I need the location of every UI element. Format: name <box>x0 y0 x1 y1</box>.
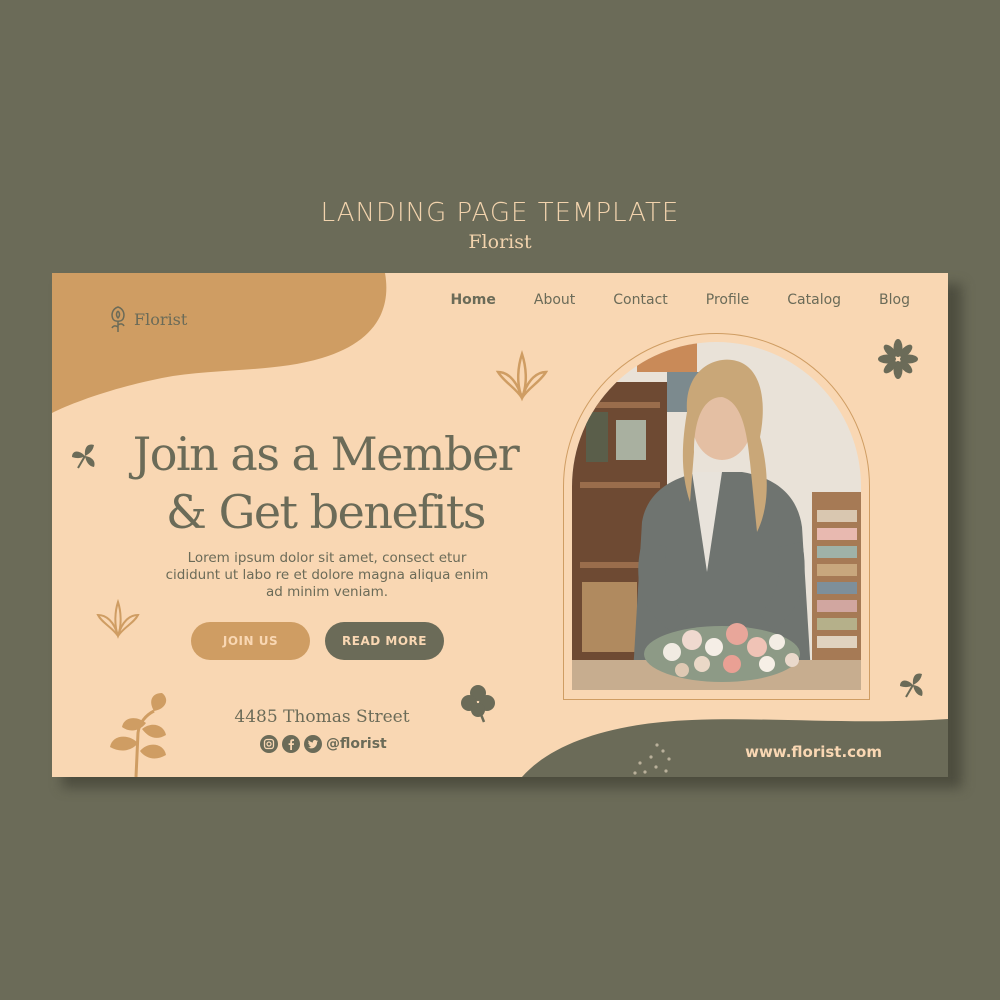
hero-headline: Join as a Member & Get benefits <box>98 425 553 541</box>
landing-page-card: Florist Home About Contact Profile Catal… <box>52 273 948 777</box>
rose-icon <box>111 306 125 332</box>
main-nav: Home About Contact Profile Catalog Blog <box>412 292 910 308</box>
logo-text: Florist <box>134 309 188 329</box>
template-subtitle: Florist <box>468 231 532 253</box>
social-links: @florist <box>260 735 387 753</box>
flower-icon <box>878 339 918 379</box>
nav-home[interactable]: Home <box>450 292 495 308</box>
clover-icon <box>461 685 495 723</box>
leaf-sprout-icon <box>495 350 549 402</box>
bottom-right-wave <box>522 719 948 777</box>
nav-profile[interactable]: Profile <box>706 292 750 308</box>
top-left-blob <box>52 273 387 413</box>
twitter-icon[interactable] <box>304 735 322 753</box>
florist-photo <box>572 342 861 690</box>
headline-line-1: Join as a Member <box>132 427 520 481</box>
big-leaf-branch-icon <box>110 693 167 777</box>
nav-blog[interactable]: Blog <box>879 292 910 308</box>
headline-line-2: & Get benefits <box>166 485 487 539</box>
instagram-icon[interactable] <box>260 735 278 753</box>
logo[interactable]: Florist <box>108 305 187 333</box>
florist-photo-illustration <box>572 342 861 690</box>
read-more-button[interactable]: READ MORE <box>325 622 444 660</box>
small-leaf-icon-right <box>900 673 923 698</box>
address: 4485 Thomas Street <box>234 707 410 727</box>
small-leaf-icon <box>72 444 95 469</box>
website-link[interactable]: www.florist.com <box>745 743 882 761</box>
template-title: LANDING PAGE TEMPLATE <box>320 198 680 228</box>
leaf-outline-icon <box>96 599 140 639</box>
join-us-button[interactable]: JOIN US <box>191 622 310 660</box>
nav-contact[interactable]: Contact <box>613 292 667 308</box>
hero-body-text: Lorem ipsum dolor sit amet, consect etur… <box>165 550 489 600</box>
nav-catalog[interactable]: Catalog <box>787 292 841 308</box>
nav-about[interactable]: About <box>534 292 575 308</box>
facebook-icon[interactable] <box>282 735 300 753</box>
social-handle[interactable]: @florist <box>326 736 387 752</box>
